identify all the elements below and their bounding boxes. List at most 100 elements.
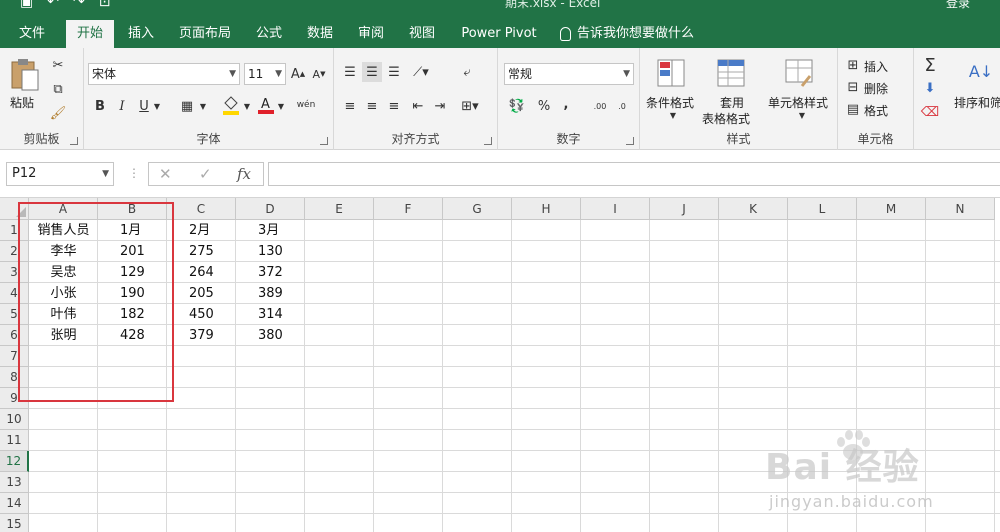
column-header-k[interactable]: K bbox=[719, 198, 788, 220]
column-header-j[interactable]: J bbox=[650, 198, 719, 220]
tab-home[interactable]: 开始 bbox=[66, 20, 114, 48]
percent-button[interactable]: % bbox=[536, 96, 552, 116]
cell-styles-icon[interactable] bbox=[784, 58, 818, 90]
conditional-format-label[interactable]: 条件格式 bbox=[646, 94, 694, 111]
column-header-n[interactable]: N bbox=[926, 198, 995, 220]
clipboard-launcher-icon[interactable] bbox=[70, 137, 78, 145]
data-cell[interactable]: 264 bbox=[189, 262, 214, 283]
format-cells-label[interactable]: 格式 bbox=[864, 102, 888, 119]
copy-icon[interactable]: ⧉ bbox=[48, 80, 68, 98]
row-header-13[interactable]: 13 bbox=[0, 472, 29, 493]
column-header-h[interactable]: H bbox=[512, 198, 581, 220]
data-cell[interactable]: 130 bbox=[258, 241, 283, 262]
data-cell[interactable]: 389 bbox=[258, 283, 283, 304]
bold-button[interactable]: B bbox=[92, 96, 108, 116]
decrease-indent-icon[interactable]: ⇤ bbox=[408, 96, 428, 116]
row-header-11[interactable]: 11 bbox=[0, 430, 29, 451]
clear-icon[interactable]: ⌫ bbox=[920, 102, 940, 122]
accounting-format-icon[interactable]: 💱 bbox=[504, 96, 530, 116]
tab-formulas[interactable]: 公式 bbox=[248, 20, 290, 48]
save-icon[interactable]: ▣ bbox=[20, 0, 33, 10]
chevron-down-icon[interactable]: ▼ bbox=[152, 96, 162, 116]
paste-icon[interactable] bbox=[10, 58, 44, 91]
column-header-g[interactable]: G bbox=[443, 198, 512, 220]
format-painter-icon[interactable]: 🖌 bbox=[48, 104, 68, 122]
conditional-format-icon[interactable] bbox=[656, 58, 690, 90]
row-header-14[interactable]: 14 bbox=[0, 493, 29, 514]
borders-icon[interactable]: ▦ bbox=[176, 96, 198, 116]
font-color-icon[interactable]: A bbox=[256, 94, 276, 116]
paste-label[interactable]: 粘贴 bbox=[10, 94, 34, 111]
data-cell[interactable]: 372 bbox=[258, 262, 283, 283]
wrap-text-icon[interactable]: ⤶ bbox=[456, 60, 478, 84]
middle-align-icon[interactable]: ☰ bbox=[362, 62, 382, 82]
increase-indent-icon[interactable]: ⇥ bbox=[430, 96, 450, 116]
insert-cells-label[interactable]: 插入 bbox=[864, 58, 888, 75]
underline-button[interactable]: U bbox=[136, 96, 152, 116]
chevron-down-icon[interactable]: ▼ bbox=[276, 96, 286, 116]
tab-page-layout[interactable]: 页面布局 bbox=[172, 20, 238, 48]
enter-icon[interactable]: ✓ bbox=[199, 165, 212, 183]
delete-cells-icon[interactable]: ⊟ bbox=[844, 78, 862, 96]
data-cell[interactable]: 205 bbox=[189, 283, 214, 304]
number-launcher-icon[interactable] bbox=[626, 137, 634, 145]
grow-font-icon[interactable]: A ▲ bbox=[289, 64, 307, 84]
fill-down-icon[interactable]: ⬇ bbox=[920, 78, 940, 98]
autosum-icon[interactable]: Σ bbox=[920, 54, 940, 76]
signin-link[interactable]: 登录 bbox=[946, 0, 970, 11]
merge-center-icon[interactable]: ⊞▾ bbox=[456, 96, 484, 116]
alignment-launcher-icon[interactable] bbox=[484, 137, 492, 145]
print-preview-icon[interactable]: ⊡ bbox=[99, 0, 111, 10]
column-header-c[interactable]: C bbox=[167, 198, 236, 220]
tab-power-pivot[interactable]: Power Pivot bbox=[455, 20, 543, 48]
column-header-l[interactable]: L bbox=[788, 198, 857, 220]
format-cells-icon[interactable]: ▤ bbox=[844, 100, 862, 118]
data-cell[interactable]: 380 bbox=[258, 325, 283, 346]
align-right-icon[interactable]: ≡ bbox=[384, 96, 404, 116]
font-size-select[interactable]: 11 ▼ bbox=[244, 63, 286, 85]
row-header-15[interactable]: 15 bbox=[0, 514, 29, 532]
chevron-down-icon[interactable]: ▼ bbox=[668, 110, 678, 120]
font-name-select[interactable]: 宋体 ▼ bbox=[88, 63, 240, 85]
chevron-down-icon[interactable]: ▼ bbox=[242, 96, 252, 116]
name-box[interactable]: P12 ▼ bbox=[6, 162, 114, 186]
resize-handle-icon[interactable]: ⋮ bbox=[128, 166, 140, 180]
tab-insert[interactable]: 插入 bbox=[120, 20, 162, 48]
column-header-i[interactable]: I bbox=[581, 198, 650, 220]
column-header-d[interactable]: D bbox=[236, 198, 305, 220]
increase-decimal-icon[interactable]: .00 bbox=[590, 96, 610, 116]
column-header-m[interactable]: M bbox=[857, 198, 926, 220]
data-cell[interactable]: 450 bbox=[189, 304, 214, 325]
insert-cells-icon[interactable]: ⊞ bbox=[844, 56, 862, 74]
cut-icon[interactable]: ✂ bbox=[48, 56, 68, 74]
number-format-select[interactable]: 常规 ▼ bbox=[504, 63, 634, 85]
data-cell[interactable]: 275 bbox=[189, 241, 214, 262]
bottom-align-icon[interactable]: ☰ bbox=[384, 62, 404, 82]
header-cell[interactable]: 3月 bbox=[258, 220, 279, 241]
tab-review[interactable]: 审阅 bbox=[350, 20, 392, 48]
cancel-icon[interactable]: ✕ bbox=[159, 165, 172, 183]
column-header-e[interactable]: E bbox=[305, 198, 374, 220]
format-as-table-icon[interactable] bbox=[716, 58, 750, 90]
undo-icon[interactable]: ↶ bbox=[47, 0, 59, 10]
formula-input[interactable] bbox=[268, 162, 1000, 186]
insert-function-button[interactable]: fx bbox=[237, 165, 251, 183]
delete-cells-label[interactable]: 删除 bbox=[864, 80, 888, 97]
sort-filter-icon[interactable]: A↓ bbox=[969, 56, 993, 86]
tab-file[interactable]: 文件 bbox=[10, 20, 54, 48]
cell-styles-label[interactable]: 单元格样式 bbox=[768, 94, 828, 111]
orientation-icon[interactable]: ⟋▾ bbox=[408, 62, 434, 82]
decrease-decimal-icon[interactable]: .0 bbox=[612, 96, 632, 116]
data-cell[interactable]: 314 bbox=[258, 304, 283, 325]
row-header-12[interactable]: 12 bbox=[0, 451, 29, 472]
format-as-table-label-2[interactable]: 表格格式 bbox=[702, 110, 750, 127]
sort-filter-label[interactable]: 排序和筛 bbox=[954, 94, 1000, 111]
align-left-icon[interactable]: ≡ bbox=[340, 96, 360, 116]
tab-view[interactable]: 视图 bbox=[401, 20, 443, 48]
tab-data[interactable]: 数据 bbox=[299, 20, 341, 48]
format-as-table-label-1[interactable]: 套用 bbox=[720, 94, 744, 111]
header-cell[interactable]: 2月 bbox=[189, 220, 210, 241]
font-launcher-icon[interactable] bbox=[320, 137, 328, 145]
top-align-icon[interactable]: ☰ bbox=[340, 62, 360, 82]
chevron-down-icon[interactable]: ▼ bbox=[198, 96, 208, 116]
